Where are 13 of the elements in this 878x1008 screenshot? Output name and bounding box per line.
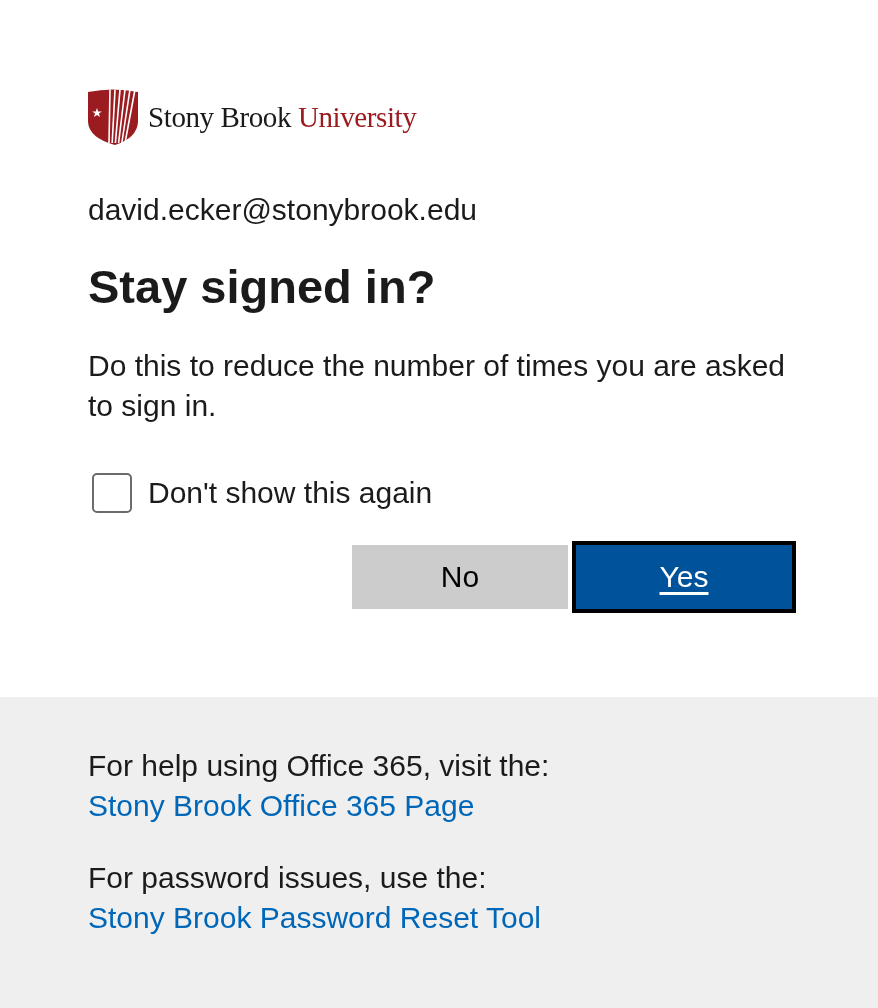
decline-button[interactable]: No	[352, 545, 568, 609]
account-email: david.ecker@stonybrook.edu	[88, 192, 478, 228]
logo-wordmark: Stony Brook University	[148, 99, 417, 134]
help-text: For help using Office 365, visit the: Stony Brook Office 365 Page	[88, 748, 551, 824]
help-text: For password issues, use the: Stony Brook Password Reset Tool	[88, 860, 542, 936]
help-link[interactable]: Stony Brook Password Reset Tool	[88, 901, 541, 934]
page-title: Stay signed in?	[88, 259, 437, 315]
checkbox-label: Don't show this again	[148, 475, 433, 511]
checkbox[interactable]	[92, 473, 132, 513]
shield-logo-icon	[88, 88, 138, 145]
description-text: Do this to reduce the number of times you are asked to sign in.	[88, 348, 787, 424]
confirm-button[interactable]: Yes	[572, 541, 796, 613]
help-link[interactable]: Stony Brook Office 365 Page	[88, 789, 475, 822]
